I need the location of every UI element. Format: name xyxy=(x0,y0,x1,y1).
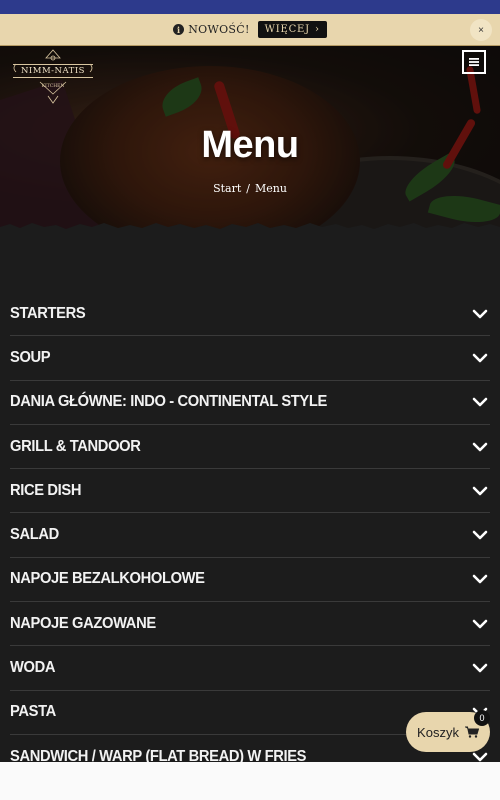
menu-category-row[interactable]: GRILL & TANDOOR xyxy=(10,425,490,470)
cart-button[interactable]: Koszyk 0 xyxy=(406,710,490,752)
close-icon: × xyxy=(478,24,484,36)
more-button[interactable]: WIĘCEJ › xyxy=(257,21,327,38)
torn-edge-divider xyxy=(0,223,500,232)
chevron-down-icon[interactable] xyxy=(470,525,490,545)
breadcrumb-current: Menu xyxy=(254,182,287,195)
announcement-info: i NOWOŚĆ! xyxy=(173,23,249,36)
menu-category-label: STARTERS xyxy=(10,304,86,322)
chevron-right-icon: › xyxy=(314,24,320,35)
menu-category-row[interactable]: DANIA GŁÓWNE: INDO - CONTINENTAL STYLE xyxy=(10,381,490,425)
menu-category-row[interactable]: NAPOJE GAZOWANE xyxy=(10,602,490,647)
menu-toggle-button[interactable] xyxy=(462,50,486,74)
announcement-text: NOWOŚĆ! xyxy=(188,23,250,36)
chevron-down-icon[interactable] xyxy=(470,481,490,501)
menu-category-row[interactable]: SALAD xyxy=(10,513,490,558)
chevron-down-icon[interactable] xyxy=(470,437,490,457)
menu-category-label: NAPOJE GAZOWANE xyxy=(10,614,156,632)
menu-category-label: DANIA GŁÓWNE: INDO - CONTINENTAL STYLE xyxy=(10,393,327,411)
cart-label: Koszyk xyxy=(417,724,459,740)
menu-category-row[interactable]: STARTERS xyxy=(10,292,490,337)
breadcrumb: Start / Menu xyxy=(0,182,500,195)
logo-subtitle: KITCHEN xyxy=(41,84,65,89)
chevron-down-icon[interactable] xyxy=(470,304,490,324)
hero-banner: NIMM-NATIS KITCHEN Menu Start / Menu xyxy=(0,46,500,232)
chevron-down-icon[interactable] xyxy=(470,569,490,589)
menu-category-label: RICE DISH xyxy=(10,481,82,499)
menu-category-row[interactable]: SOUP xyxy=(10,336,490,381)
announcement-bar: i NOWOŚĆ! WIĘCEJ › × xyxy=(0,14,500,46)
menu-category-label: WODA xyxy=(10,659,56,677)
cart-count-badge: 0 xyxy=(474,710,490,726)
chevron-down-icon[interactable] xyxy=(470,348,490,368)
status-bar xyxy=(0,0,500,14)
bottom-browser-bar xyxy=(0,762,500,800)
menu-category-label: SOUP xyxy=(10,348,51,366)
shopping-cart-icon xyxy=(464,726,479,738)
chevron-down-icon[interactable] xyxy=(470,658,490,678)
menu-category-label: NAPOJE BEZALKOHOLOWE xyxy=(10,570,205,588)
hamburger-icon xyxy=(469,58,479,66)
more-button-label: WIĘCEJ xyxy=(264,24,310,35)
chevron-down-icon[interactable] xyxy=(470,614,490,634)
menu-category-list: STARTERS SOUP DANIA GŁÓWNE: INDO - CONTI… xyxy=(10,292,490,780)
menu-category-row[interactable]: RICE DISH xyxy=(10,469,490,514)
menu-category-label: SALAD xyxy=(10,526,59,544)
menu-category-label: PASTA xyxy=(10,703,56,721)
info-icon: i xyxy=(173,24,185,35)
menu-category-row[interactable]: NAPOJE BEZALKOHOLOWE xyxy=(10,558,490,603)
menu-category-row[interactable]: WODA xyxy=(10,646,490,691)
chevron-down-icon[interactable] xyxy=(470,392,490,412)
close-announcement-button[interactable]: × xyxy=(470,19,492,41)
breadcrumb-separator: / xyxy=(246,182,250,195)
page-title: Menu xyxy=(201,124,299,166)
breadcrumb-home-link[interactable]: Start xyxy=(213,182,241,195)
site-logo[interactable]: NIMM-NATIS KITCHEN xyxy=(10,48,96,108)
menu-category-label: GRILL & TANDOOR xyxy=(10,437,141,455)
logo-name: NIMM-NATIS xyxy=(13,64,93,78)
